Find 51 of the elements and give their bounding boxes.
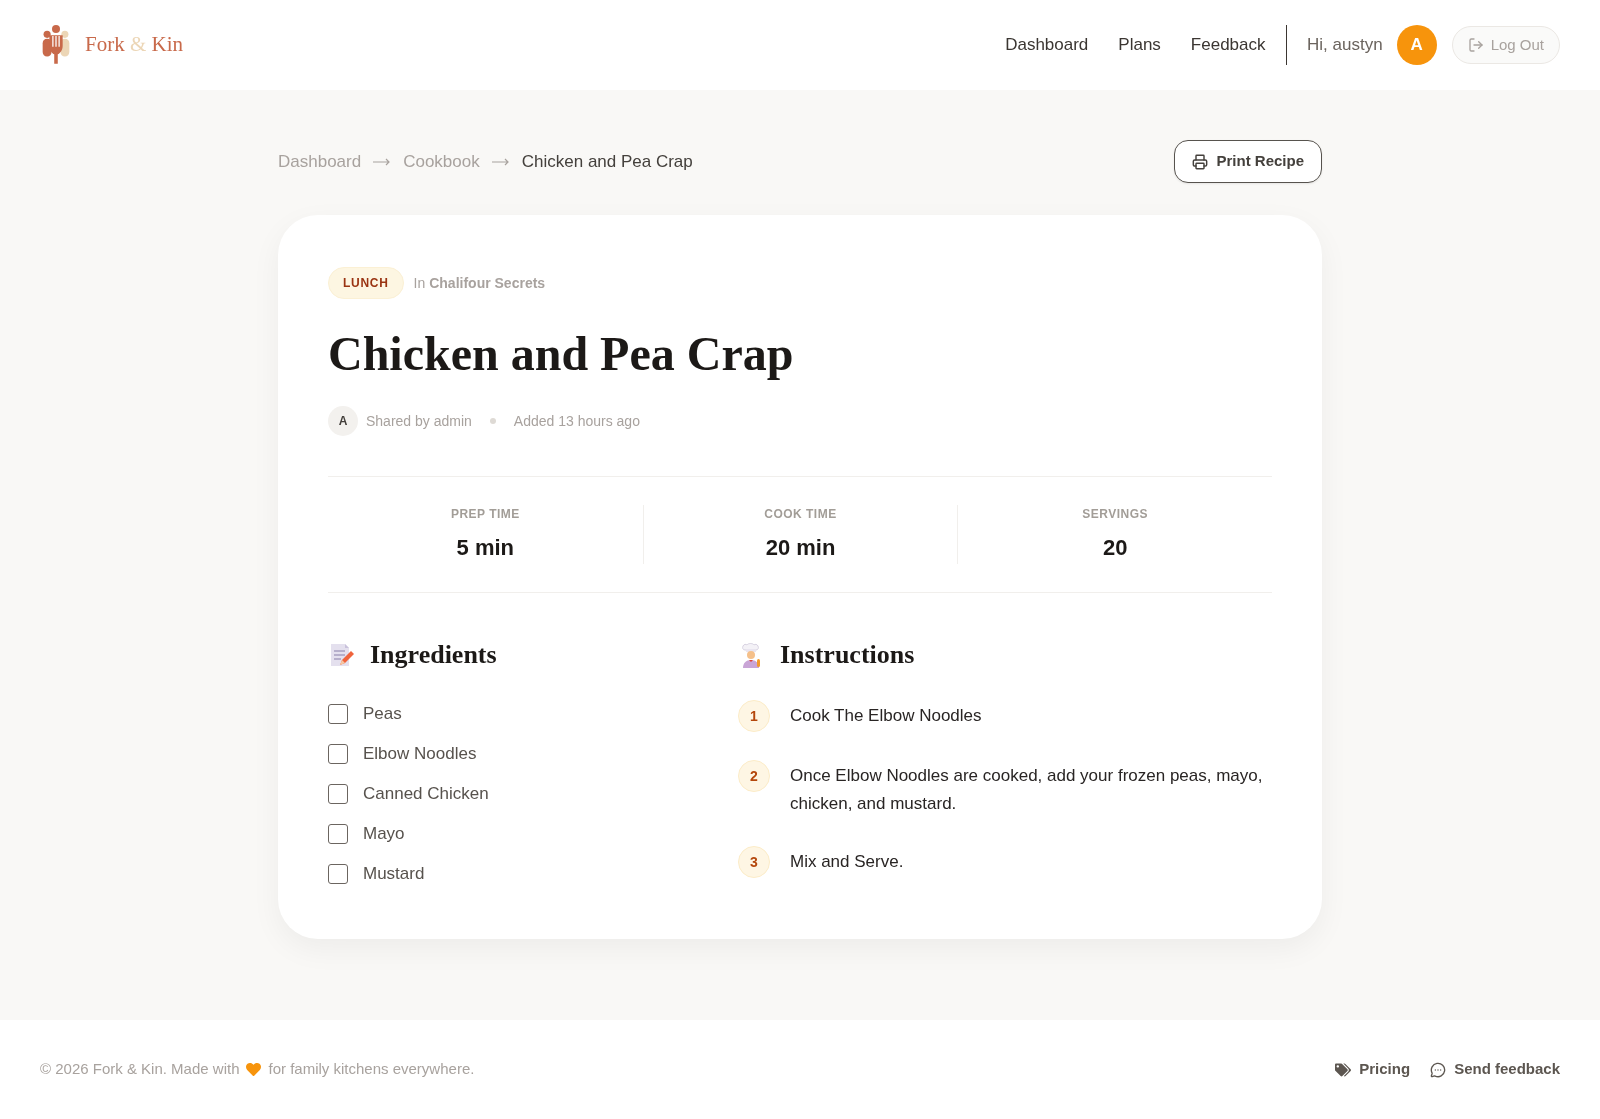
instructions-heading: Instructions	[780, 639, 915, 671]
ingredients-heading: Ingredients	[370, 639, 497, 671]
recipe-title: Chicken and Pea Crap	[328, 326, 795, 382]
collection-label: In Chalifour Secrets	[413, 273, 546, 293]
stat-value: 5 min	[456, 534, 515, 562]
ingredient-checkbox[interactable]	[328, 823, 348, 844]
nav-link[interactable]: Plans	[1118, 32, 1161, 58]
ingredient-name: Peas	[363, 703, 402, 725]
ingredient-checkbox[interactable]	[328, 863, 348, 884]
arrow-right-icon	[491, 157, 510, 166]
stat-label: COOK TIME	[764, 506, 837, 523]
ingredient-name: Mustard	[363, 863, 425, 885]
breadcrumb-current: Chicken and Pea Crap	[521, 150, 693, 173]
shared-by-text: Shared by admin	[366, 411, 472, 431]
footer-link[interactable]: Pricing	[1335, 1058, 1411, 1081]
stat-value: 20 min	[765, 534, 836, 562]
ingredient-name: Elbow Noodles	[363, 743, 477, 765]
print-recipe-button[interactable]: Print Recipe	[1174, 140, 1322, 183]
ingredient-checkbox[interactable]	[328, 783, 348, 804]
arrow-right-icon	[373, 157, 392, 166]
category-tag: LUNCH	[328, 267, 404, 299]
nav-link[interactable]: Dashboard	[1005, 32, 1089, 58]
logo-text[interactable]: Fork & Kin	[85, 29, 184, 61]
step-number: 3	[738, 846, 770, 878]
tags-icon	[1335, 1061, 1352, 1078]
ingredient-name: Canned Chicken	[363, 783, 489, 805]
author-avatar: A	[328, 406, 358, 436]
tagline-text: for family kitchens everywhere.	[268, 1059, 475, 1080]
user-greeting: Hi, austyn	[1307, 34, 1383, 57]
added-time-text: Added 13 hours ago	[513, 411, 640, 431]
logo-icon	[40, 23, 72, 67]
nav-link[interactable]: Feedback	[1190, 32, 1266, 58]
chat-bubble-icon	[1430, 1061, 1447, 1078]
stat-label: PREP TIME	[450, 506, 520, 523]
ingredient-checkbox[interactable]	[328, 743, 348, 764]
notepad-pencil-icon	[328, 641, 354, 668]
stat-value: 20	[1102, 534, 1128, 562]
step-text: Mix and Serve.	[790, 851, 904, 873]
separator-dot-icon	[489, 418, 496, 424]
ingredient-name: Mayo	[363, 823, 405, 845]
footer-link[interactable]: Send feedback	[1430, 1058, 1560, 1081]
copyright-text: © 2026 Fork & Kin. Made with	[40, 1059, 240, 1080]
heart-icon	[246, 1062, 262, 1077]
logout-icon	[1467, 37, 1484, 53]
step-text: Cook The Elbow Noodles	[790, 705, 982, 727]
step-text: Once Elbow Noodles are cooked, add your frozen peas, mayo, chicken, and mustard.	[790, 765, 1264, 815]
ingredient-checkbox[interactable]	[328, 703, 348, 724]
step-number: 2	[738, 760, 770, 792]
step-number: 1	[738, 700, 770, 732]
stat-label: SERVINGS	[1082, 506, 1148, 523]
printer-icon	[1192, 153, 1209, 170]
